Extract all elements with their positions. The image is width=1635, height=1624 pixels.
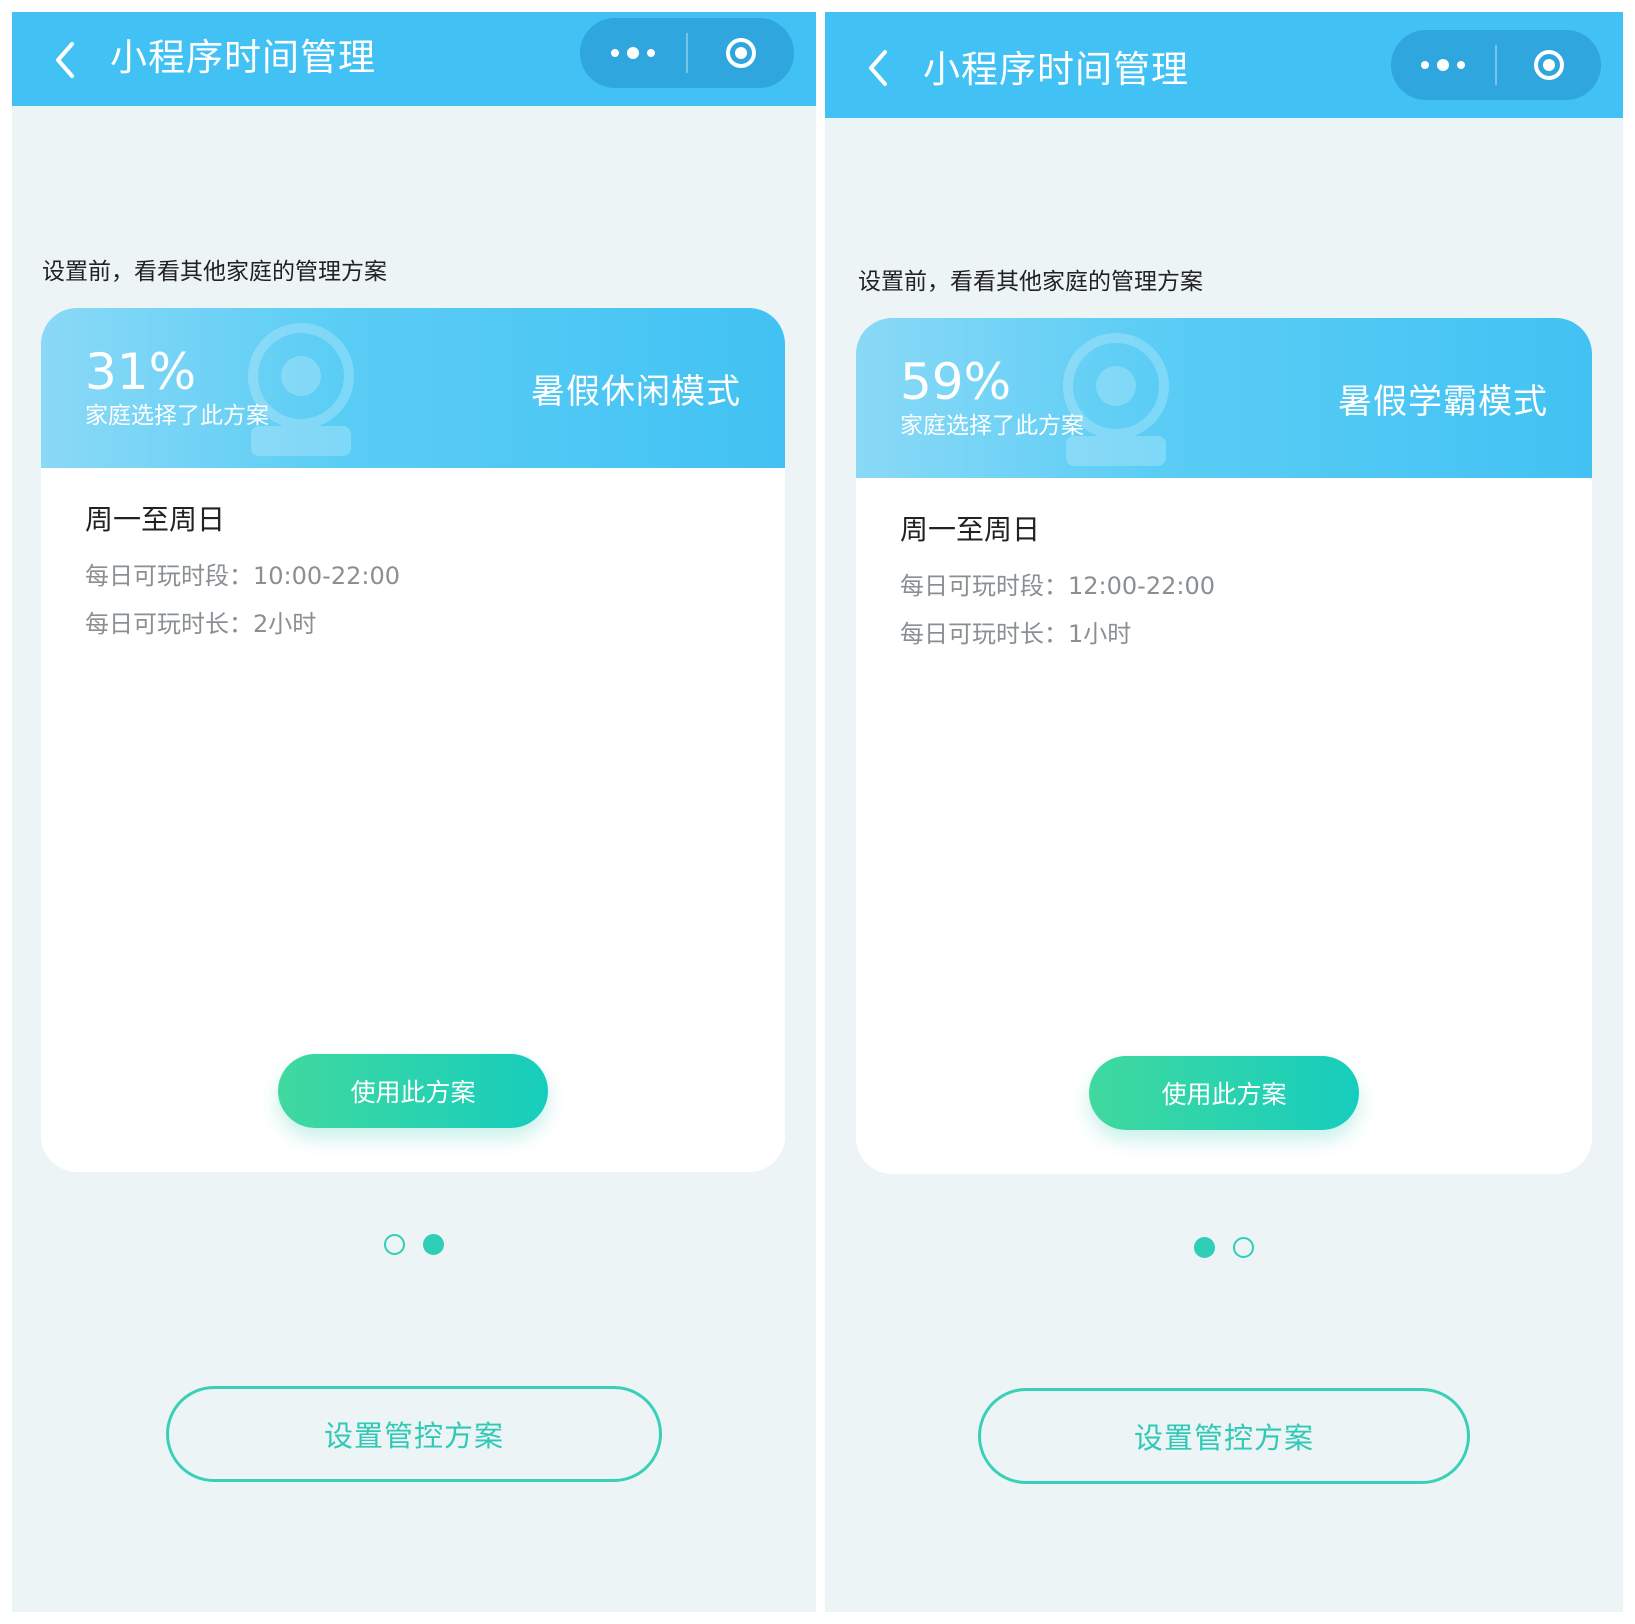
nav-title: 小程序时间管理: [110, 36, 376, 79]
target-circle-icon: [1534, 50, 1564, 80]
camera-illustration-icon: [248, 323, 354, 456]
hint-text: 设置前，看看其他家庭的管理方案: [42, 259, 387, 285]
pager-dot[interactable]: [1233, 1237, 1254, 1258]
plan-card: 59% 家庭选择了此方案 暑假学霸模式 周一至周日 每日可玩时段：12:00-2…: [856, 318, 1592, 1174]
use-plan-button[interactable]: 使用此方案: [278, 1054, 548, 1128]
menu-capsule: [580, 18, 794, 88]
nav-bar: 小程序时间管理: [825, 12, 1623, 118]
back-button[interactable]: [859, 46, 899, 90]
setup-plan-button[interactable]: 设置管控方案: [166, 1386, 662, 1482]
plan-percent: 31%: [85, 343, 197, 401]
plan-period: 每日可玩时段：10:00-22:00: [85, 562, 400, 590]
plan-days: 周一至周日: [900, 513, 1041, 546]
plan-percent-label: 家庭选择了此方案: [85, 403, 269, 429]
phone-screen-left: 小程序时间管理 设置前，看看其他家庭的管理方案 31% 家庭选择了此方案 暑假休…: [12, 12, 816, 1612]
nav-bar: 小程序时间管理: [12, 12, 816, 106]
more-button[interactable]: [580, 18, 686, 88]
pager-dot-active[interactable]: [423, 1234, 444, 1255]
plan-percent: 59%: [900, 353, 1012, 411]
setup-plan-button[interactable]: 设置管控方案: [978, 1388, 1470, 1484]
use-plan-button[interactable]: 使用此方案: [1089, 1056, 1359, 1130]
target-circle-icon: [726, 38, 756, 68]
plan-percent-label: 家庭选择了此方案: [900, 413, 1084, 439]
chevron-left-icon: [56, 42, 74, 78]
plan-card: 31% 家庭选择了此方案 暑假休闲模式 周一至周日 每日可玩时段：10:00-2…: [41, 308, 785, 1172]
close-button[interactable]: [1497, 30, 1601, 100]
close-button[interactable]: [688, 18, 794, 88]
pager-dots: [825, 1237, 1623, 1258]
plan-duration: 每日可玩时长：1小时: [900, 620, 1132, 648]
more-dots-icon: [611, 47, 655, 59]
chevron-left-icon: [869, 50, 887, 86]
plan-duration: 每日可玩时长：2小时: [85, 610, 317, 638]
pager-dot-active[interactable]: [1194, 1237, 1215, 1258]
pager-dot[interactable]: [384, 1234, 405, 1255]
phone-screen-right: 小程序时间管理 设置前，看看其他家庭的管理方案 59% 家庭选择了此方案 暑假学…: [825, 12, 1623, 1612]
plan-card-header: 31% 家庭选择了此方案 暑假休闲模式: [41, 308, 785, 468]
plan-mode-name: 暑假学霸模式: [1338, 382, 1548, 422]
camera-illustration-icon: [1063, 333, 1169, 466]
plan-mode-name: 暑假休闲模式: [531, 372, 741, 412]
back-button[interactable]: [46, 38, 86, 82]
plan-card-header: 59% 家庭选择了此方案 暑假学霸模式: [856, 318, 1592, 478]
hint-text: 设置前，看看其他家庭的管理方案: [858, 269, 1203, 295]
plan-days: 周一至周日: [85, 503, 226, 536]
plan-period: 每日可玩时段：12:00-22:00: [900, 572, 1215, 600]
pager-dots: [12, 1234, 816, 1255]
more-dots-icon: [1421, 59, 1465, 71]
more-button[interactable]: [1391, 30, 1495, 100]
nav-title: 小程序时间管理: [923, 48, 1189, 91]
menu-capsule: [1391, 30, 1601, 100]
